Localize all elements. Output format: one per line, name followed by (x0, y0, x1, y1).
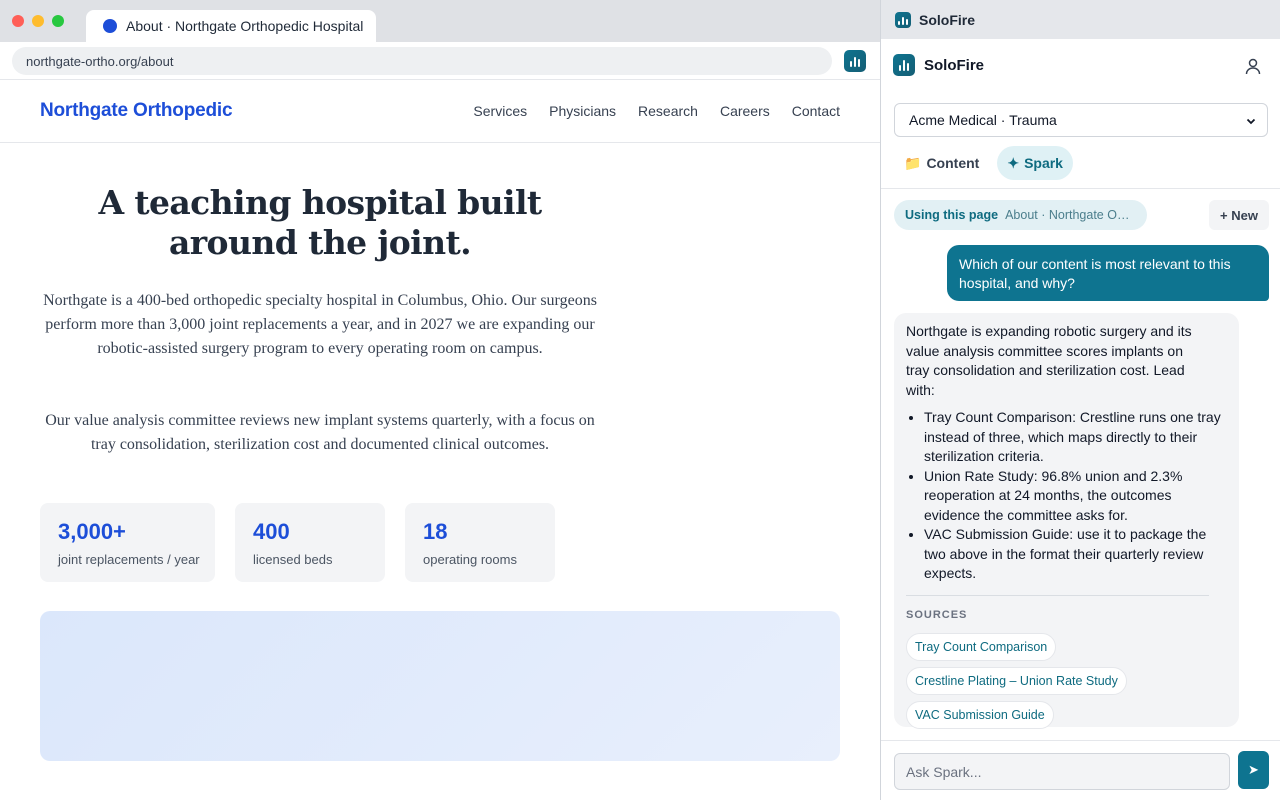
org-select-dropdown[interactable]: Acme Medical · Trauma (894, 103, 1268, 137)
solofire-extension-icon[interactable] (844, 50, 866, 72)
tab-spark[interactable]: ✦ Spark (997, 146, 1073, 180)
chevron-down-icon (1246, 118, 1256, 125)
sparkle-icon: ✦ (1007, 154, 1020, 171)
tab-title: About · Northgate Orthopedic Hospital (126, 18, 364, 34)
context-page-title: About · Northgate Orthopedic Hospital (1005, 208, 1133, 222)
list-item: Tray Count Comparison: Crestline runs on… (924, 408, 1224, 467)
user-profile-icon[interactable] (1243, 56, 1263, 76)
address-bar-row: northgate-ortho.org/about (0, 42, 880, 80)
list-item: Union Rate Study: 96.8% union and 2.3% r… (924, 467, 1224, 526)
stat-card-joint-replacements: 3,000+ joint replacements / year (40, 503, 215, 582)
stat-value: 400 (253, 519, 290, 544)
panel-window-title: SoloFire (919, 11, 976, 28)
tab-content[interactable]: 📁 Content (894, 146, 989, 180)
divider (881, 188, 1280, 189)
maximize-window-button[interactable] (52, 15, 64, 27)
panel-brand: SoloFire (924, 56, 985, 74)
close-window-button[interactable] (12, 15, 24, 27)
stat-card-licensed-beds: 400 licensed beds (235, 503, 385, 582)
send-button[interactable]: ➤ (1238, 751, 1269, 789)
user-message-bubble: Which of our content is most relevant to… (947, 245, 1269, 301)
org-select-value: Acme Medical · Trauma (909, 112, 1057, 128)
stat-label: joint replacements / year (58, 552, 200, 567)
new-chat-button[interactable]: + New (1209, 200, 1269, 230)
source-link-union-rate[interactable]: Crestline Plating – Union Rate Study (906, 667, 1127, 695)
nav-contact[interactable]: Contact (792, 103, 840, 119)
address-bar[interactable]: northgate-ortho.org/about (12, 47, 832, 75)
solofire-logo-icon (893, 54, 915, 76)
favicon-icon (103, 19, 117, 33)
source-link-tray-count[interactable]: Tray Count Comparison (906, 633, 1057, 661)
stat-value: 3,000+ (58, 519, 126, 544)
site-nav: Services Physicians Research Careers Con… (473, 103, 840, 119)
nav-services[interactable]: Services (473, 103, 527, 119)
stat-card-operating-rooms: 18 operating rooms (405, 503, 555, 582)
browser-window: About · Northgate Orthopedic Hospital no… (0, 0, 880, 800)
nav-physicians[interactable]: Physicians (549, 103, 616, 119)
tab-spark-label: Spark (1024, 155, 1063, 171)
divider (906, 594, 1209, 596)
panel-titlebar: SoloFire (881, 0, 1280, 39)
source-link-vac-guide[interactable]: VAC Submission Guide (906, 701, 1054, 729)
browser-tab-active[interactable]: About · Northgate Orthopedic Hospital (86, 10, 376, 42)
assistant-recommendations: Tray Count Comparison: Crestline runs on… (906, 408, 1224, 584)
panel-tabs: 📁 Content ✦ Spark (894, 146, 1073, 180)
tab-content-label: Content (926, 155, 980, 171)
sources-label: SOURCES (906, 608, 968, 621)
site-logo[interactable]: Northgate Orthopedic (40, 100, 233, 122)
tab-bar: About · Northgate Orthopedic Hospital (0, 0, 880, 42)
nav-research[interactable]: Research (638, 103, 698, 119)
site-header: Northgate Orthopedic Services Physicians… (0, 80, 880, 143)
intro-paragraph: Northgate is a 400-bed orthopedic specia… (43, 292, 597, 357)
panel-header: SoloFire (881, 39, 1280, 91)
hero-title: A teaching hospital built around the joi… (98, 183, 542, 262)
stat-label: operating rooms (423, 552, 517, 567)
nav-careers[interactable]: Careers (720, 103, 770, 119)
assistant-message-bubble: Northgate is expanding robotic surgery a… (894, 313, 1239, 729)
solofire-logo-icon (895, 11, 911, 28)
page-context-chip[interactable]: Using this page About · Northgate Orthop… (894, 200, 1147, 230)
minimize-window-button[interactable] (32, 15, 44, 27)
hero-image-placeholder (40, 611, 840, 761)
folder-icon: 📁 (904, 154, 922, 171)
list-item: VAC Submission Guide: use it to package … (924, 525, 1224, 584)
committee-paragraph: Our value analysis committee reviews new… (45, 412, 595, 453)
stat-value: 18 (423, 519, 448, 544)
ask-spark-input[interactable]: Ask Spark... (894, 753, 1230, 790)
divider (881, 740, 1280, 741)
send-icon: ➤ (1248, 762, 1259, 777)
assistant-intro: Northgate is expanding robotic surgery a… (906, 323, 1192, 398)
stat-label: licensed beds (253, 552, 333, 567)
solofire-side-panel: SoloFire SoloFire Acme Medical · Trauma … (880, 0, 1280, 800)
context-label: Using this page (905, 208, 999, 222)
